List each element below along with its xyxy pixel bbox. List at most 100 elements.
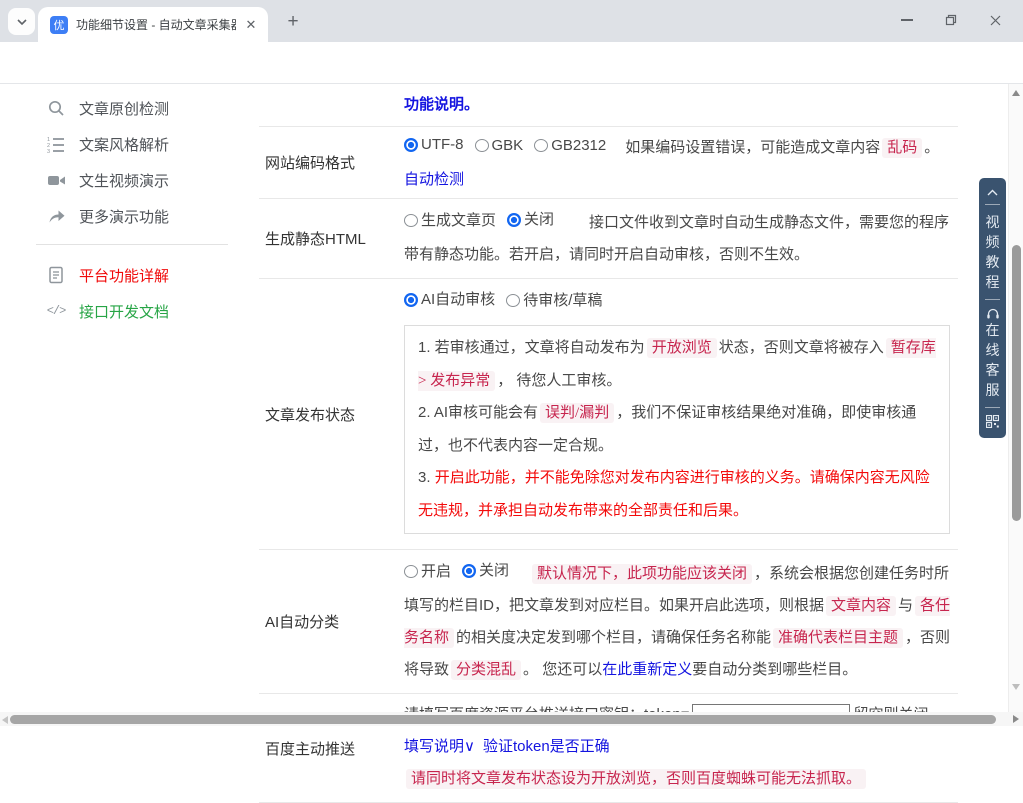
radio-selected[interactable]: AI自动审核: [404, 284, 495, 316]
radio-icon: [534, 139, 549, 152]
new-tab-button[interactable]: +: [280, 9, 306, 35]
settings-table: 功能说明。 网站编码格式 UTF-8 GBK GB2312 如果编码设置错误，可能造成文章…: [259, 84, 958, 803]
scroll-down-arrow-icon[interactable]: [1012, 684, 1020, 690]
radio-label: AI自动审核: [421, 291, 496, 308]
floating-side-panel: 视频教程 在线客服: [979, 178, 1006, 438]
sidebar-item-label: 文章原创检测: [79, 100, 170, 118]
highlight-text: 默认情况下，此项功能应该关闭: [532, 564, 753, 584]
scroll-up-arrow-icon[interactable]: [1012, 90, 1020, 96]
row-label: 文章发布状态: [265, 406, 356, 424]
text: 1. 若审核通过，文章将自动发布为: [418, 339, 645, 356]
text: 要自动分类到哪些栏目。: [692, 661, 858, 678]
window-minimize-button[interactable]: [885, 0, 929, 40]
radio-selected[interactable]: UTF-8: [404, 129, 464, 161]
highlight-text: 分类混乱: [451, 660, 522, 680]
highlight-text: 乱码: [882, 138, 923, 158]
browser-tab[interactable]: 优 功能细节设置 - 自动文章采集器 ✕: [38, 7, 268, 42]
row-label: AI自动分类: [265, 614, 340, 631]
sidebar-item-style-analysis[interactable]: 123 文案风格解析: [0, 126, 259, 162]
highlight-text: 开放浏览: [646, 338, 717, 358]
review-notice-box: 1. 若审核通过，文章将自动发布为 开放浏览 状态，否则文章将被存入 暂存库 > 发布…: [404, 325, 950, 534]
radio-option[interactable]: 开启: [404, 556, 451, 588]
sidebar-item-label: 文案风格解析: [79, 136, 170, 154]
highlight-text: 准确代表栏目主题: [773, 628, 904, 648]
scroll-left-arrow-icon[interactable]: [2, 715, 8, 724]
text-link[interactable]: 填写说明∨: [404, 738, 475, 755]
radio-option[interactable]: 生成文章页: [404, 205, 496, 237]
text: 3.: [418, 469, 435, 486]
sidebar-item-api-docs[interactable]: </> 接口开发文档: [0, 293, 259, 329]
scroll-right-arrow-icon[interactable]: [1012, 715, 1019, 723]
minimize-icon: [901, 19, 913, 21]
online-service-button[interactable]: 在线客服: [985, 320, 1001, 400]
text: 。 您还可以: [523, 661, 603, 678]
highlight-text: 请同时将文章发布状态设为开放浏览，否则百度蜘蛛可能无法抓取。: [406, 769, 867, 789]
window-close-button[interactable]: [973, 0, 1017, 40]
radio-icon: [404, 138, 418, 152]
vertical-scrollbar-thumb[interactable]: [1012, 245, 1021, 521]
radio-option[interactable]: 待审核/草稿: [506, 285, 602, 317]
text: 与: [898, 597, 914, 614]
page-content: 文章原创检测 123 文案风格解析 文生视频演示 更多演示功能 平台功能详解 <…: [0, 84, 1023, 803]
browser-toolbar: ← → ucaiyun.com/caiji/settings/ ☆ 井 ⋮: [0, 42, 1023, 121]
vertical-scrollbar[interactable]: [1008, 84, 1023, 712]
sidebar-item-label: 平台功能详解: [79, 267, 170, 285]
browser-titlebar: 优 功能细节设置 - 自动文章采集器 ✕ +: [0, 0, 1023, 42]
video-tutorial-button[interactable]: 视频教程: [985, 212, 1001, 292]
radio-label: 待审核/草稿: [523, 291, 603, 309]
close-icon: [990, 15, 1000, 25]
video-camera-icon: [46, 170, 66, 190]
restore-icon: [945, 14, 957, 26]
tab-close-icon[interactable]: ✕: [242, 16, 260, 34]
radio-option[interactable]: GBK: [474, 130, 524, 162]
text-link[interactable]: 在此重新定义: [602, 661, 692, 678]
tab-title: 功能细节设置 - 自动文章采集器: [76, 18, 236, 32]
text-link[interactable]: 功能说明。: [404, 96, 479, 113]
scrollbar-corner: [1008, 712, 1023, 726]
collapse-up-icon[interactable]: [986, 189, 999, 197]
sidebar-item-originality-check[interactable]: 文章原创检测: [0, 90, 259, 126]
radio-icon: [404, 214, 418, 227]
warning-text: 开启此功能，并不能免除您对发布内容进行审核的义务。请确保内容无风险无违规，并承担…: [418, 469, 930, 519]
radio-label: 关闭: [524, 211, 555, 228]
sidebar-item-more-demos[interactable]: 更多演示功能: [0, 198, 259, 234]
sidebar: 文章原创检测 123 文案风格解析 文生视频演示 更多演示功能 平台功能详解 <…: [0, 84, 259, 329]
numbered-list-icon: 123: [46, 134, 66, 154]
sidebar-item-label: 接口开发文档: [79, 303, 170, 321]
radio-icon: [474, 139, 489, 152]
row-content: AI自动审核 待审核/草稿 1. 若审核通过，文章将自动发布为 开放浏览 状态，否则文章…: [404, 279, 958, 549]
radio-option[interactable]: GB2312: [534, 130, 606, 162]
highlight-text: 误判/漏判: [540, 403, 615, 423]
panel-divider: [985, 299, 1000, 300]
code-icon: </>: [46, 304, 67, 318]
row-label: [259, 84, 404, 126]
headset-icon[interactable]: [986, 307, 1000, 320]
horizontal-scrollbar[interactable]: [0, 712, 1008, 726]
sidebar-item-label: 文生视频演示: [79, 172, 170, 190]
radio-label: UTF-8: [421, 136, 464, 153]
qr-code-icon[interactable]: [986, 415, 999, 428]
radio-label: 开启: [421, 562, 452, 580]
row-content: 开启 关闭 默认情况下，此项功能应该关闭 ，系统会根据您创建任务时所填写的栏目ID，把…: [404, 550, 958, 693]
radio-selected[interactable]: 关闭: [462, 555, 509, 587]
radio-label: 生成文章页: [421, 211, 497, 229]
radio-label: GBK: [491, 136, 524, 154]
text-link[interactable]: 自动检测: [404, 171, 464, 188]
settings-row: 功能说明。: [259, 84, 958, 127]
sidebar-item-platform-features[interactable]: 平台功能详解: [0, 257, 259, 293]
tab-search-button[interactable]: [8, 8, 35, 35]
text: 2. AI审核可能会有: [418, 404, 539, 421]
text: 如果编码设置错误，可能造成文章内容: [625, 139, 881, 156]
window-restore-button[interactable]: [929, 0, 973, 40]
panel-divider: [985, 407, 1000, 408]
horizontal-scrollbar-thumb[interactable]: [10, 714, 996, 724]
site-favicon: 优: [50, 15, 68, 34]
radio-label: GB2312: [551, 136, 607, 154]
settings-row: 网站编码格式 UTF-8 GBK GB2312 如果编码设置错误，可能造成文章内容 乱码。…: [259, 127, 958, 199]
radio-icon: [462, 564, 477, 578]
sidebar-item-text-to-video[interactable]: 文生视频演示: [0, 162, 259, 198]
text-link[interactable]: 验证token是否正确: [483, 738, 610, 755]
radio-selected[interactable]: 关闭: [507, 204, 554, 236]
text: 状态，否则文章将被存入: [718, 339, 884, 356]
row-content: 功能说明。: [404, 84, 958, 126]
